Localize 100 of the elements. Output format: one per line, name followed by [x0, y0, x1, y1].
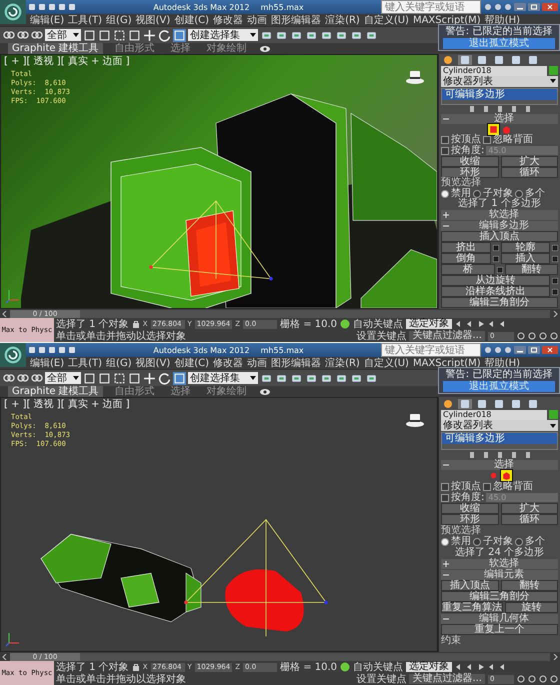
next-icon[interactable]	[552, 654, 558, 660]
menu-item[interactable]: 修改器	[213, 358, 244, 368]
panel-button[interactable]: 挤出	[441, 242, 490, 254]
settings-icon[interactable]	[552, 288, 558, 295]
close-icon[interactable]	[542, 346, 558, 354]
eye-icon[interactable]	[258, 388, 271, 396]
ribbon-tab[interactable]: Graphite 建模工具	[8, 43, 103, 54]
rollout-header[interactable]: 软选择	[441, 559, 558, 569]
move-icon[interactable]	[143, 372, 156, 384]
rollout-header[interactable]: 编辑多边形	[441, 221, 558, 232]
menu-item[interactable]: 自定义(U)	[364, 358, 409, 368]
radio-button[interactable]: 禁用	[441, 536, 471, 546]
eye-icon[interactable]	[258, 44, 271, 52]
exit-isolation-button[interactable]: 退出孤立模式	[443, 38, 555, 49]
settings-icon[interactable]	[492, 244, 498, 251]
panel-button[interactable]: 扩大	[500, 503, 558, 514]
object-color-swatch[interactable]	[549, 66, 558, 76]
panel-button[interactable]: 收缩	[441, 503, 498, 514]
object-name-field[interactable]: Cylinder018	[441, 66, 547, 76]
ribbon-tab[interactable]: 自由形式	[110, 386, 159, 397]
rect-select-icon[interactable]	[113, 28, 126, 42]
menu-item[interactable]: 帮助(H)	[484, 14, 520, 26]
menu-item[interactable]: 帮助(H)	[484, 358, 520, 368]
scale-icon[interactable]	[173, 372, 186, 384]
play-icon[interactable]	[477, 663, 486, 671]
checkbox[interactable]: 按角度:	[441, 492, 484, 502]
rollout-header[interactable]: 选择	[441, 114, 558, 124]
menu-item[interactable]: 创建(C)	[174, 14, 210, 26]
ribbon-tab[interactable]: 自由形式	[110, 43, 159, 54]
stack-item[interactable]: 可编辑多边形	[442, 433, 557, 444]
panel-button[interactable]: 环形	[441, 514, 498, 525]
set-key-label[interactable]: 设置关键点	[356, 674, 406, 684]
menu-item[interactable]: 编辑(E)	[30, 14, 64, 26]
minimize-icon[interactable]	[514, 346, 526, 354]
radio-button[interactable]: 子对象	[473, 536, 513, 546]
menu-item[interactable]: 动画	[247, 14, 268, 26]
panel-button[interactable]: 插入顶点	[441, 580, 498, 591]
panel-button[interactable]: 从边旋转	[441, 275, 550, 286]
exit-isolation-button[interactable]: 退出孤立模式	[443, 381, 555, 392]
status-orb-icon[interactable]	[340, 319, 350, 329]
selection-filter-dropdown[interactable]: 全部	[45, 29, 81, 41]
settings-icon[interactable]	[492, 256, 498, 262]
key-mode-dropdown[interactable]: 选定对象	[406, 662, 452, 672]
search-field[interactable]: 键入关键字或短语	[380, 0, 481, 14]
menu-item[interactable]: 渲染(R)	[325, 358, 360, 368]
lock-icon[interactable]	[132, 320, 140, 328]
rollout-header[interactable]: 编辑几何体	[441, 614, 558, 624]
panel-button[interactable]: 循环	[500, 514, 558, 525]
checkbox[interactable]: 忽略背面	[483, 135, 533, 146]
close-icon[interactable]	[542, 3, 558, 11]
ribbon-tab[interactable]: Graphite 建模工具	[8, 386, 103, 397]
panel-button[interactable]: 重复上一个	[441, 624, 558, 635]
menu-item[interactable]: 自定义(U)	[364, 14, 409, 26]
viewport-label[interactable]: [ + ][ 透视 ][ 真实 + 边面 ]	[4, 399, 130, 410]
play-icon[interactable]	[477, 320, 486, 328]
rect-select-icon[interactable]	[113, 372, 126, 384]
ribbon-tab[interactable]: 对象绘制	[202, 386, 251, 397]
maximize-icon[interactable]	[528, 346, 540, 354]
panel-button[interactable]: 循环	[500, 166, 558, 178]
panel-button[interactable]: 插入顶点	[441, 231, 558, 242]
polygon-icon[interactable]	[488, 124, 498, 136]
menu-item[interactable]: 组(G)	[106, 358, 132, 368]
next-icon[interactable]	[552, 310, 558, 316]
ribbon-tab[interactable]: 选择	[166, 386, 195, 397]
stack-item[interactable]: 可编辑多边形	[442, 88, 557, 100]
panel-button[interactable]: 环形	[441, 166, 498, 178]
key-filters-button[interactable]: 关键点过滤器...	[409, 331, 485, 341]
panel-button[interactable]: 编辑三角剖分	[441, 591, 558, 602]
checkbox[interactable]: 按顶点	[441, 482, 481, 492]
scale-icon[interactable]	[173, 28, 186, 42]
panel-button[interactable]: 编辑三角剖分	[441, 297, 558, 308]
create-icon[interactable]	[441, 398, 455, 408]
settings-icon[interactable]	[552, 244, 558, 251]
menu-item[interactable]: 修改器	[213, 14, 244, 26]
object-color-swatch[interactable]	[549, 410, 558, 419]
menu-item[interactable]: 组(G)	[106, 14, 132, 26]
panel-button[interactable]: 插入	[500, 253, 550, 264]
named-selection-dropdown[interactable]: 创建选择集	[188, 372, 258, 384]
panel-button[interactable]: 收缩	[441, 156, 498, 167]
panel-button[interactable]: 轮廓	[500, 242, 550, 254]
named-selection-dropdown[interactable]: 创建选择集	[188, 29, 258, 41]
modifier-list-dropdown[interactable]: 修改器列表	[441, 76, 558, 87]
key-mode-dropdown[interactable]: 选定对象	[406, 319, 452, 329]
checkbox[interactable]: 忽略背面	[483, 482, 533, 492]
app-logo-icon[interactable]	[0, 0, 26, 24]
menu-item[interactable]: 动画	[247, 358, 268, 368]
radio-button[interactable]: 多个	[515, 536, 545, 546]
rotate-icon[interactable]	[158, 372, 171, 384]
modifier-list-dropdown[interactable]: 修改器列表	[441, 420, 558, 431]
settings-icon[interactable]	[552, 278, 558, 284]
menu-item[interactable]: 编辑(E)	[30, 358, 64, 368]
search-field[interactable]: 键入关键字或短语	[380, 343, 481, 357]
panel-button[interactable]: 翻转	[504, 264, 558, 276]
previous-icon[interactable]	[2, 310, 8, 316]
panel-button[interactable]: 桥	[441, 264, 494, 276]
link-icon[interactable]	[3, 372, 15, 384]
radio-button[interactable]: 子对象	[473, 188, 513, 198]
set-key-label[interactable]: 设置关键点	[356, 330, 406, 342]
lock-icon[interactable]	[132, 663, 140, 671]
menu-item[interactable]: 视图(V)	[136, 14, 170, 26]
